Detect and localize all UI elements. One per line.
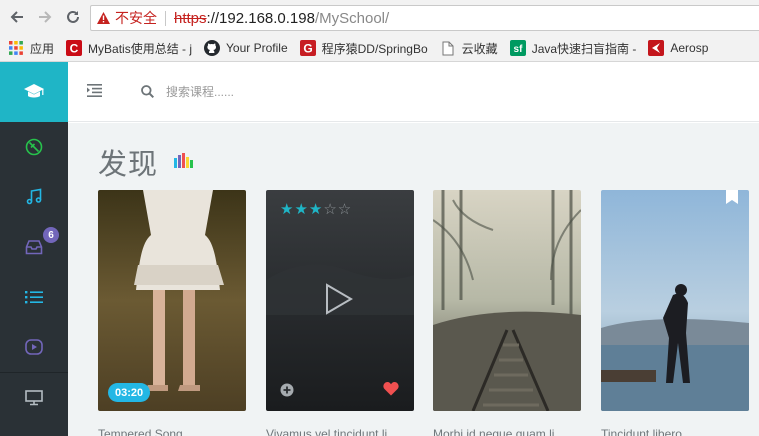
play-icon [326, 283, 353, 315]
aerospike-icon [648, 40, 665, 56]
card-title[interactable]: Tincidunt libero [601, 427, 749, 436]
sidebar: 6 [0, 62, 68, 436]
sidebar-item-discover[interactable] [0, 122, 68, 172]
duration-badge: 03:20 [108, 383, 151, 402]
monitor-icon [25, 389, 43, 405]
page-title: 发现 [98, 147, 159, 181]
card-title[interactable]: Vivamus vel tincidunt li [266, 427, 414, 436]
list-icon [25, 291, 43, 304]
forward-button[interactable] [34, 6, 56, 28]
card-title[interactable]: Tempered Song [98, 427, 246, 436]
course-card[interactable] [601, 190, 749, 411]
indent-menu-icon [87, 84, 102, 97]
course-card[interactable] [433, 190, 581, 411]
page-icon [440, 40, 456, 56]
favorite-button[interactable] [383, 382, 399, 401]
bookmark-button[interactable] [725, 190, 739, 209]
play-circle-icon [25, 339, 43, 355]
url-path: /MySchool/ [314, 9, 390, 27]
gitee-icon: G [299, 40, 316, 56]
bookmark-label: 应用 [30, 41, 55, 56]
url-host: ://192.168.0.198 [206, 9, 315, 27]
compass-icon [25, 138, 43, 156]
course-card[interactable]: 03:20 [98, 190, 246, 411]
bookmark-mybatis[interactable]: C MyBatis使用总结 - j [66, 40, 192, 57]
graduation-cap-icon [24, 84, 44, 98]
svg-text:G: G [303, 42, 312, 56]
bookmark-label: Your Profile [226, 41, 288, 55]
segmentfault-icon: sf [509, 40, 526, 56]
main-content: 发现 03:20 Tempered Song ★★★☆☆ Vivamus vel… [68, 123, 759, 436]
arrow-left-icon [10, 11, 23, 23]
sidebar-item-video[interactable] [0, 322, 68, 372]
csdn-icon: C [66, 40, 83, 56]
bookmark-label: Aerosp [670, 41, 709, 55]
svg-text:sf: sf [513, 44, 523, 55]
card-title[interactable]: Morbi id neque quam li [433, 427, 581, 436]
add-button[interactable] [280, 383, 294, 402]
bookmark-label: 云收藏 [461, 41, 498, 56]
plus-circle-icon [280, 383, 294, 397]
bookmark-github-profile[interactable]: Your Profile [204, 40, 288, 56]
search-icon[interactable] [141, 85, 155, 103]
security-indicator[interactable]: 不安全 [91, 8, 157, 28]
bookmarks-bar: 应用 C MyBatis使用总结 - j Your Profile G 程序猿D… [0, 35, 759, 61]
svg-text:C: C [70, 42, 79, 56]
brand-logo[interactable] [0, 62, 68, 122]
bookmark-aerospike[interactable]: Aerosp [648, 40, 708, 56]
inbox-badge: 6 [43, 227, 59, 243]
menu-toggle-button[interactable] [87, 84, 102, 102]
star-rating: ★★★☆☆ [280, 201, 353, 218]
bookmark-ribbon-icon [726, 190, 738, 204]
bookmark-label: Java快速扫盲指南 - [531, 41, 637, 56]
sidebar-item-list[interactable] [0, 272, 68, 322]
bar-chart-icon [174, 153, 194, 173]
course-card[interactable]: ★★★☆☆ [266, 190, 414, 411]
back-button[interactable] [6, 6, 28, 28]
address-bar[interactable]: 不安全 https://192.168.0.198/MySchool/ [90, 5, 759, 31]
sidebar-item-screen[interactable] [0, 372, 68, 422]
warning-triangle-icon [97, 12, 110, 24]
bookmark-label: MyBatis使用总结 - j [88, 41, 193, 56]
top-bar [68, 62, 759, 122]
music-note-icon [26, 188, 42, 205]
play-button[interactable] [324, 282, 354, 321]
browser-chrome: 不安全 https://192.168.0.198/MySchool/ 应用 C… [0, 0, 759, 62]
course-search-input[interactable] [166, 79, 466, 105]
card-thumbnail [98, 190, 246, 411]
reload-icon [67, 10, 79, 23]
omnibox-divider [165, 10, 166, 26]
sidebar-item-inbox[interactable]: 6 [0, 222, 68, 272]
reload-button[interactable] [62, 6, 84, 28]
card-thumbnail [601, 190, 749, 411]
bookmark-label: 程序猿DD/SpringBo [321, 41, 428, 56]
card-thumbnail [433, 190, 581, 411]
apps-grid-icon [8, 40, 24, 56]
github-icon [204, 40, 221, 56]
sidebar-item-music[interactable] [0, 172, 68, 222]
heart-icon [383, 382, 399, 396]
security-label: 不安全 [115, 10, 157, 26]
bookmark-apps[interactable]: 应用 [8, 40, 54, 57]
bookmark-springboot[interactable]: G 程序猿DD/SpringBo [299, 40, 428, 57]
arrow-right-icon [39, 11, 52, 23]
url-scheme: https [174, 9, 207, 27]
bookmark-cloud-favorites[interactable]: 云收藏 [440, 40, 498, 57]
bookmark-java-guide[interactable]: sf Java快速扫盲指南 - [509, 40, 637, 57]
inbox-icon [25, 240, 43, 255]
